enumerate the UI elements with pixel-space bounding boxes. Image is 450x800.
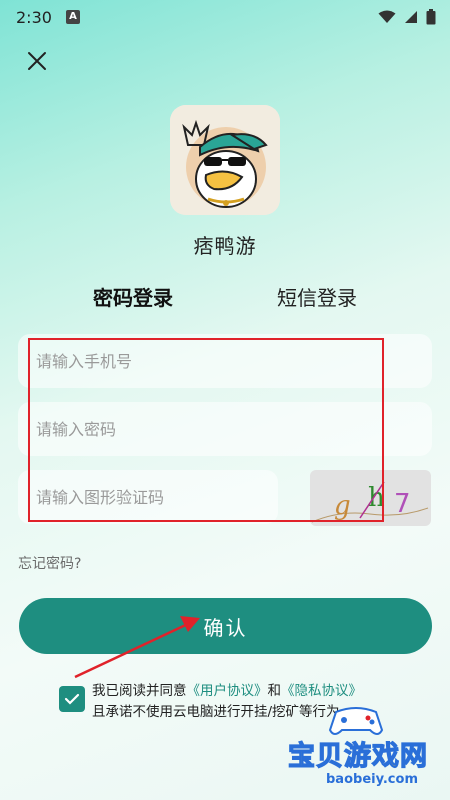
forgot-password-link[interactable]: 忘记密码? (18, 553, 81, 573)
password-input[interactable] (36, 419, 432, 439)
password-field (18, 402, 432, 456)
captcha-input[interactable] (36, 487, 278, 507)
captcha-field (18, 470, 278, 524)
wifi-icon (378, 10, 396, 23)
watermark: 宝贝游戏网 baobeiy.com (270, 700, 445, 795)
app-logo (170, 105, 280, 215)
app-name: 痞鸭游 (193, 234, 257, 258)
captcha-image[interactable]: g h 7 (310, 470, 431, 526)
signal-icon (405, 11, 417, 23)
close-button[interactable] (22, 46, 52, 76)
status-icons (378, 9, 436, 25)
notification-icon: A (65, 10, 80, 24)
agreement-and: 和 (267, 683, 282, 699)
tab-password-login[interactable]: 密码登录 (93, 282, 173, 311)
checkmark-icon (64, 693, 80, 705)
close-icon (28, 52, 46, 70)
captcha-char-1: g (334, 491, 351, 521)
watermark-text: 宝贝游戏网 (287, 740, 428, 772)
captcha-char-3: 7 (394, 489, 411, 519)
agreement-checkbox[interactable] (59, 686, 85, 712)
duck-logo-icon (170, 105, 280, 215)
user-agreement-link[interactable]: 《用户协议》 (187, 683, 268, 699)
status-time: 2:30 (16, 7, 52, 27)
captcha-char-2: h (368, 483, 385, 513)
agreement-prefix: 我已阅读并同意 (92, 683, 187, 699)
captcha-graphic: g h 7 (311, 481, 429, 523)
tab-sms-login[interactable]: 短信登录 (277, 282, 357, 311)
phone-field (18, 334, 432, 388)
phone-input[interactable] (36, 351, 432, 371)
watermark-url: baobeiy.com (326, 772, 418, 787)
battery-icon (426, 9, 436, 25)
status-bar: 2:30 A (0, 0, 450, 34)
privacy-agreement-link[interactable]: 《隐私协议》 (281, 683, 362, 699)
confirm-button[interactable]: 确认 (19, 598, 432, 654)
